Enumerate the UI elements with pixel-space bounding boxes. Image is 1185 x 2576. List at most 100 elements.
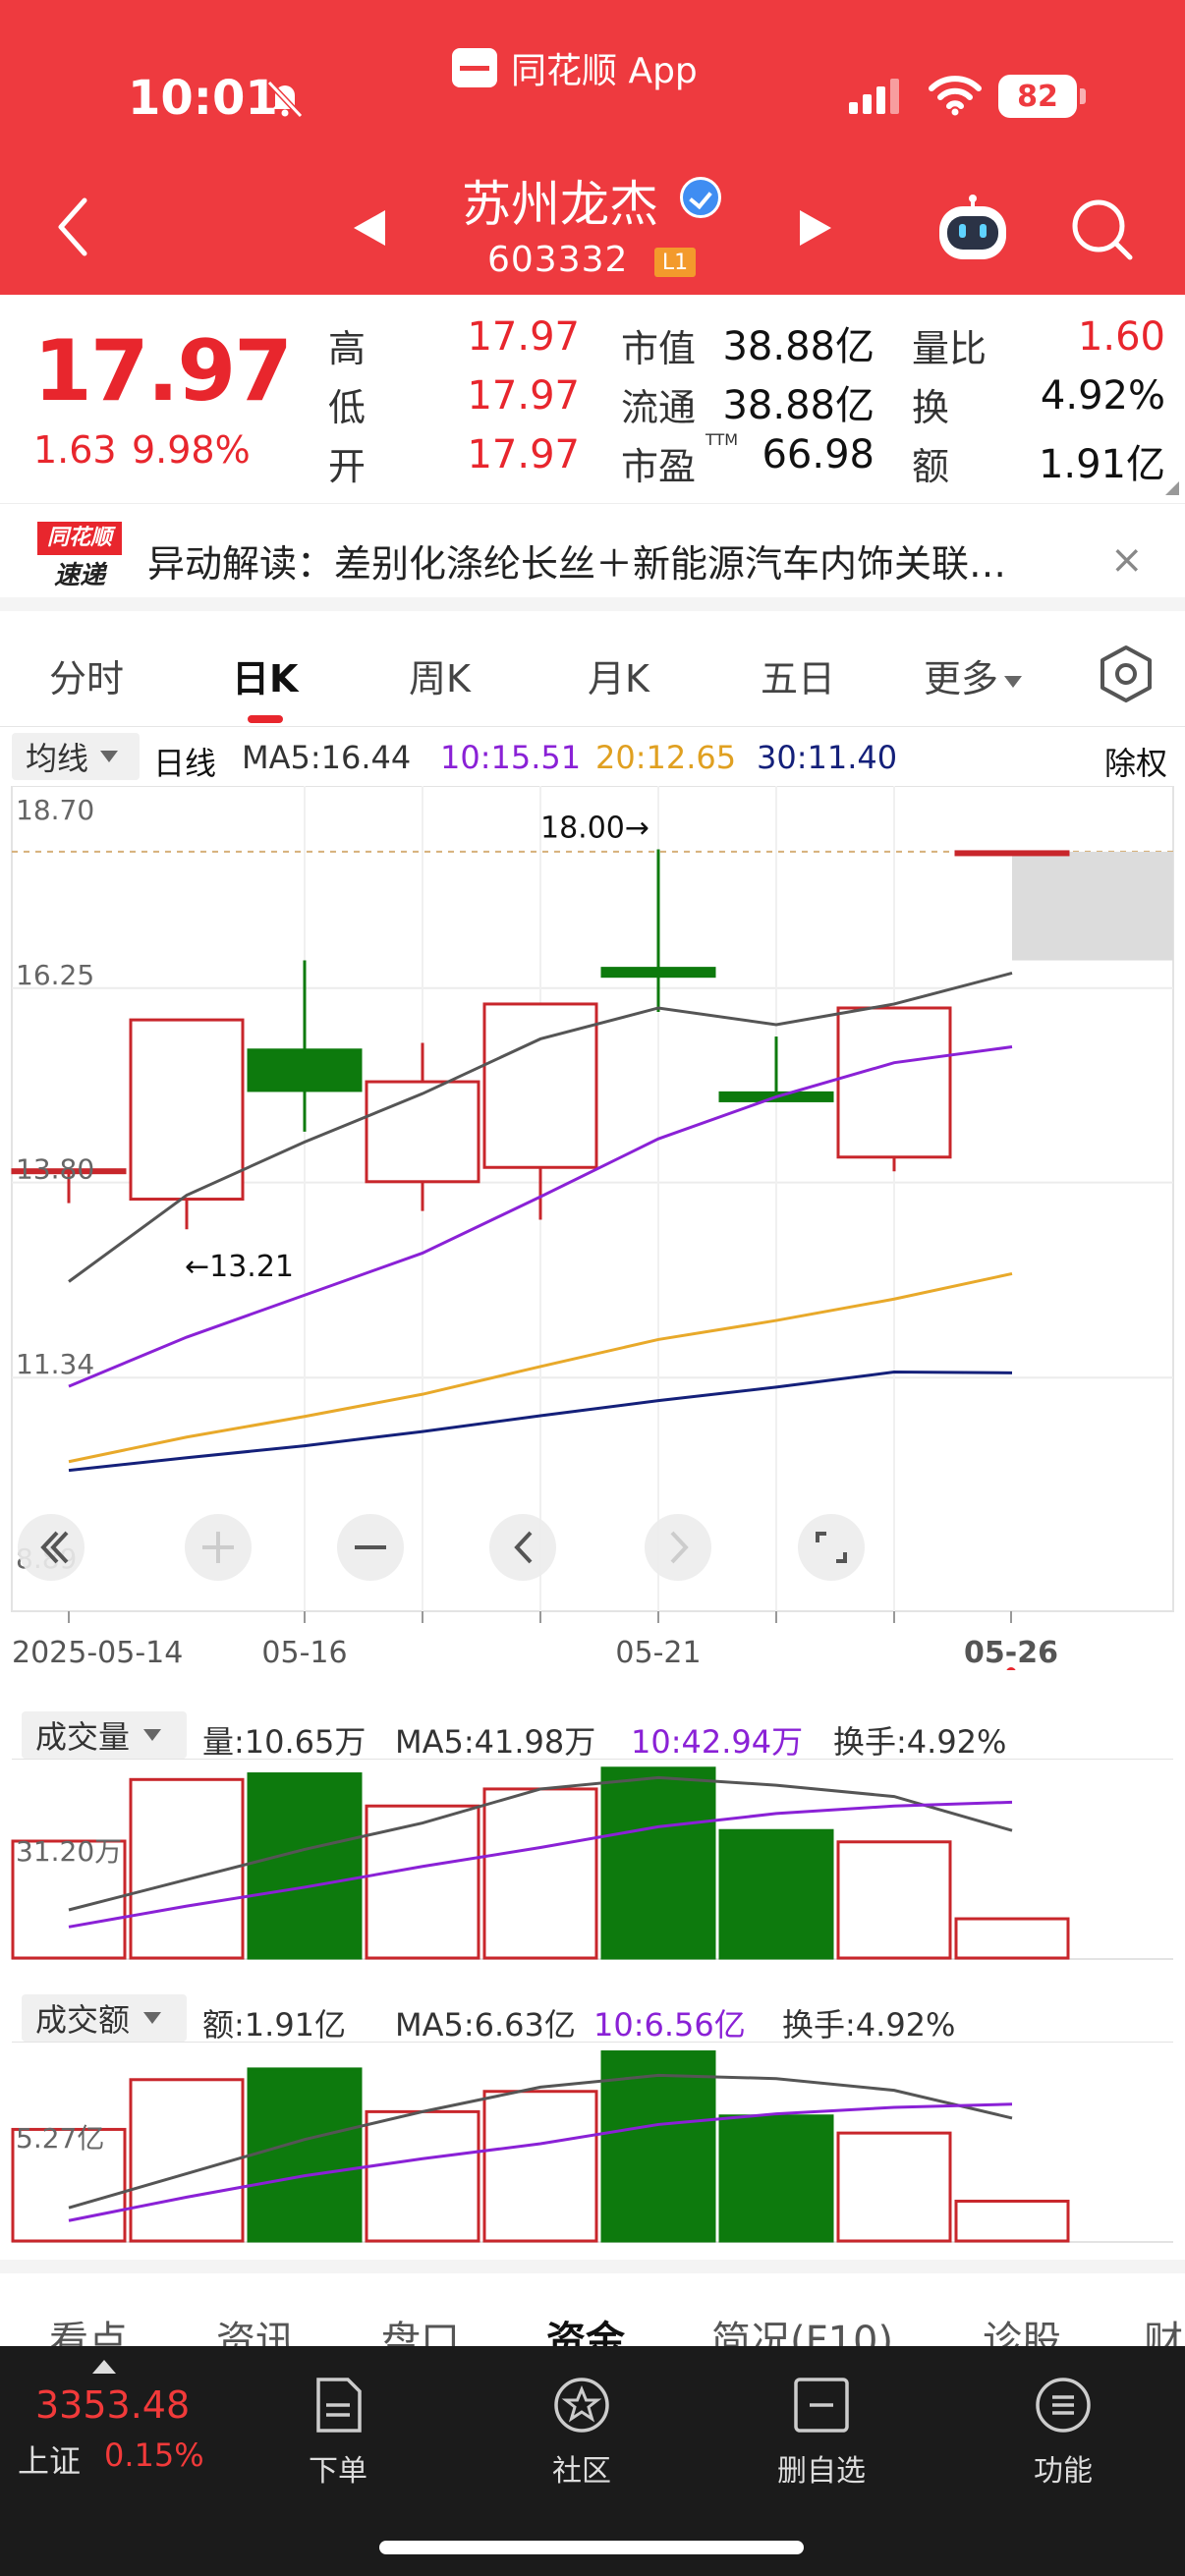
low-label: 低 xyxy=(328,386,367,429)
tab-highlights[interactable]: 看点 xyxy=(49,2309,128,2348)
open-label: 开 xyxy=(328,445,367,488)
index-pct: 0.15% xyxy=(104,2436,204,2474)
collapse-button[interactable] xyxy=(18,1514,85,1581)
last-price: 17.97 xyxy=(33,322,293,420)
low-value: 17.97 xyxy=(467,373,580,419)
pan-left-button[interactable] xyxy=(489,1514,556,1581)
bar-down xyxy=(247,2067,363,2243)
ai-assistant-robot-icon[interactable] xyxy=(935,193,1010,267)
back-arrow-icon[interactable] xyxy=(49,193,98,261)
amount-axis-label: 5.27亿 xyxy=(16,2122,104,2155)
expand-corner-icon[interactable] xyxy=(1165,481,1179,495)
y-tick-label: 16.25 xyxy=(16,959,94,991)
x-tick-label: 05-21 xyxy=(615,1636,701,1670)
candlestick-chart[interactable]: 18.7016.2513.8011.348.89 18.00→ ←13.21 2… xyxy=(0,786,1185,1670)
ma-legend-row: 均线 日线 MA5:16.44 10:15.51 20:12.65 30:11.… xyxy=(0,729,1185,784)
amount-chart[interactable]: 5.27亿 xyxy=(0,2042,1185,2258)
y-tick-label: 11.34 xyxy=(16,1348,94,1380)
y-tick-label: 13.80 xyxy=(16,1153,94,1186)
tab-f10[interactable]: 简况(F10) xyxy=(711,2309,893,2348)
minus-square-icon xyxy=(794,2378,849,2433)
volume-chart[interactable]: 31.20万 xyxy=(0,1759,1185,1975)
tab-finance[interactable]: 财 xyxy=(1144,2309,1183,2348)
bar-up xyxy=(836,2131,952,2243)
nav-remove-watchlist[interactable]: 删自选 xyxy=(753,2376,890,2490)
nav-place-order-label: 下单 xyxy=(309,2454,367,2489)
tab-diagnose[interactable]: 诊股 xyxy=(983,2309,1061,2348)
tab-news[interactable]: 资讯 xyxy=(216,2309,295,2348)
volume-value: 量:10.65万 xyxy=(202,1723,367,1761)
turnover-value: 4.92% xyxy=(1040,373,1165,419)
candle xyxy=(482,1002,598,1220)
tab-monthly-k[interactable]: 月K xyxy=(588,648,649,702)
candle-body-up xyxy=(365,1080,480,1184)
candle-body-up xyxy=(129,1018,245,1202)
nav-community[interactable]: 社区 xyxy=(513,2376,650,2490)
x-tick-label: 2025-05-14 xyxy=(12,1636,183,1670)
zoom-in-button[interactable] xyxy=(185,1514,252,1581)
cellular-signal-icon xyxy=(849,79,899,114)
tab-weekly-k[interactable]: 周K xyxy=(409,648,471,702)
news-bar[interactable]: 同花顺 速递 异动解读：差别化涤纶长丝＋新能源汽车内饰关联… × xyxy=(0,503,1185,611)
bar-up xyxy=(836,1840,952,1960)
amount-ma5: MA5:6.63亿 xyxy=(395,2006,576,2044)
amount-value: 额:1.91亿 xyxy=(202,2006,347,2044)
tab-capital[interactable]: 资金 xyxy=(546,2309,625,2348)
amount-indicator-select[interactable]: 成交额 xyxy=(22,1994,187,2042)
nav-functions-label: 功能 xyxy=(1034,2454,1093,2489)
candle xyxy=(718,1036,834,1102)
turnover-label: 换 xyxy=(912,386,950,429)
fullscreen-button[interactable] xyxy=(798,1514,865,1581)
indicator-select[interactable]: 均线 xyxy=(12,733,140,780)
tab-more[interactable]: 更多 xyxy=(924,648,1023,702)
chart-controls xyxy=(18,1514,865,1581)
community-star-icon xyxy=(554,2378,609,2433)
tab-five-day[interactable]: 五日 xyxy=(761,648,835,702)
candle-body-up xyxy=(836,1006,952,1159)
zoom-out-button[interactable] xyxy=(337,1514,404,1581)
stock-name: 苏州龙杰 xyxy=(462,176,658,233)
app-name: 同花顺 App xyxy=(511,51,698,91)
amount-ma10: 10:6.56亿 xyxy=(593,2006,746,2044)
candle-body-up xyxy=(954,850,1070,857)
menu-circle-icon xyxy=(1036,2378,1091,2433)
candle xyxy=(247,960,363,1132)
pe-label: 市盈 xyxy=(621,445,697,488)
chevron-down-icon xyxy=(143,2012,162,2024)
chevron-down-icon xyxy=(100,751,119,762)
pan-right-button[interactable] xyxy=(645,1514,711,1581)
status-time: 10:01 xyxy=(128,71,278,126)
bar-down xyxy=(247,1772,363,1960)
news-logo-bottom: 速递 xyxy=(53,561,105,590)
prev-stock-icon[interactable] xyxy=(352,208,387,248)
x-tick-label: 05-26 xyxy=(964,1636,1058,1670)
app-return-pill[interactable]: 同花顺 App xyxy=(452,43,698,92)
bar-up xyxy=(482,1787,598,1960)
search-icon[interactable] xyxy=(1069,196,1134,261)
tab-daily-k[interactable]: 日K xyxy=(232,648,298,702)
tab-intraday[interactable]: 分时 xyxy=(49,648,124,702)
bell-muted-icon xyxy=(266,80,304,119)
app-header: 10:01 同花顺 App 82 苏州龙杰 603332 L1 xyxy=(0,0,1185,295)
volume-ratio-value: 1.60 xyxy=(1077,314,1165,360)
volume-indicator-select[interactable]: 成交量 xyxy=(22,1711,187,1759)
tab-orderbook[interactable]: 盘口 xyxy=(381,2309,460,2348)
candle xyxy=(954,850,1070,857)
ma5-value: MA5:16.44 xyxy=(242,739,412,776)
index-up-arrow-icon xyxy=(92,2360,116,2374)
y-tick-label: 18.70 xyxy=(16,794,94,826)
stock-code: 603332 xyxy=(487,240,629,280)
nav-place-order[interactable]: 下单 xyxy=(269,2376,407,2490)
min-price-annotation: ←13.21 xyxy=(185,1250,294,1284)
news-text[interactable]: 异动解读：差别化涤纶长丝＋新能源汽车内饰关联… xyxy=(147,533,1006,588)
nav-functions[interactable]: 功能 xyxy=(994,2376,1132,2490)
next-stock-icon[interactable] xyxy=(798,208,833,248)
amount-select-label: 成交额 xyxy=(35,2001,131,2039)
info-tabs: 看点 资讯 盘口 资金 简况(F10) 诊股 财 xyxy=(0,2269,1185,2348)
ex-rights-toggle[interactable]: 除权 xyxy=(1104,739,1167,784)
volume-turnover: 换手:4.92% xyxy=(833,1723,1007,1761)
news-close-icon[interactable]: × xyxy=(1110,537,1144,583)
settings-hexagon-icon[interactable] xyxy=(1099,644,1154,703)
pe-value: 66.98 xyxy=(762,432,875,477)
volume-ma5: MA5:41.98万 xyxy=(395,1723,596,1761)
